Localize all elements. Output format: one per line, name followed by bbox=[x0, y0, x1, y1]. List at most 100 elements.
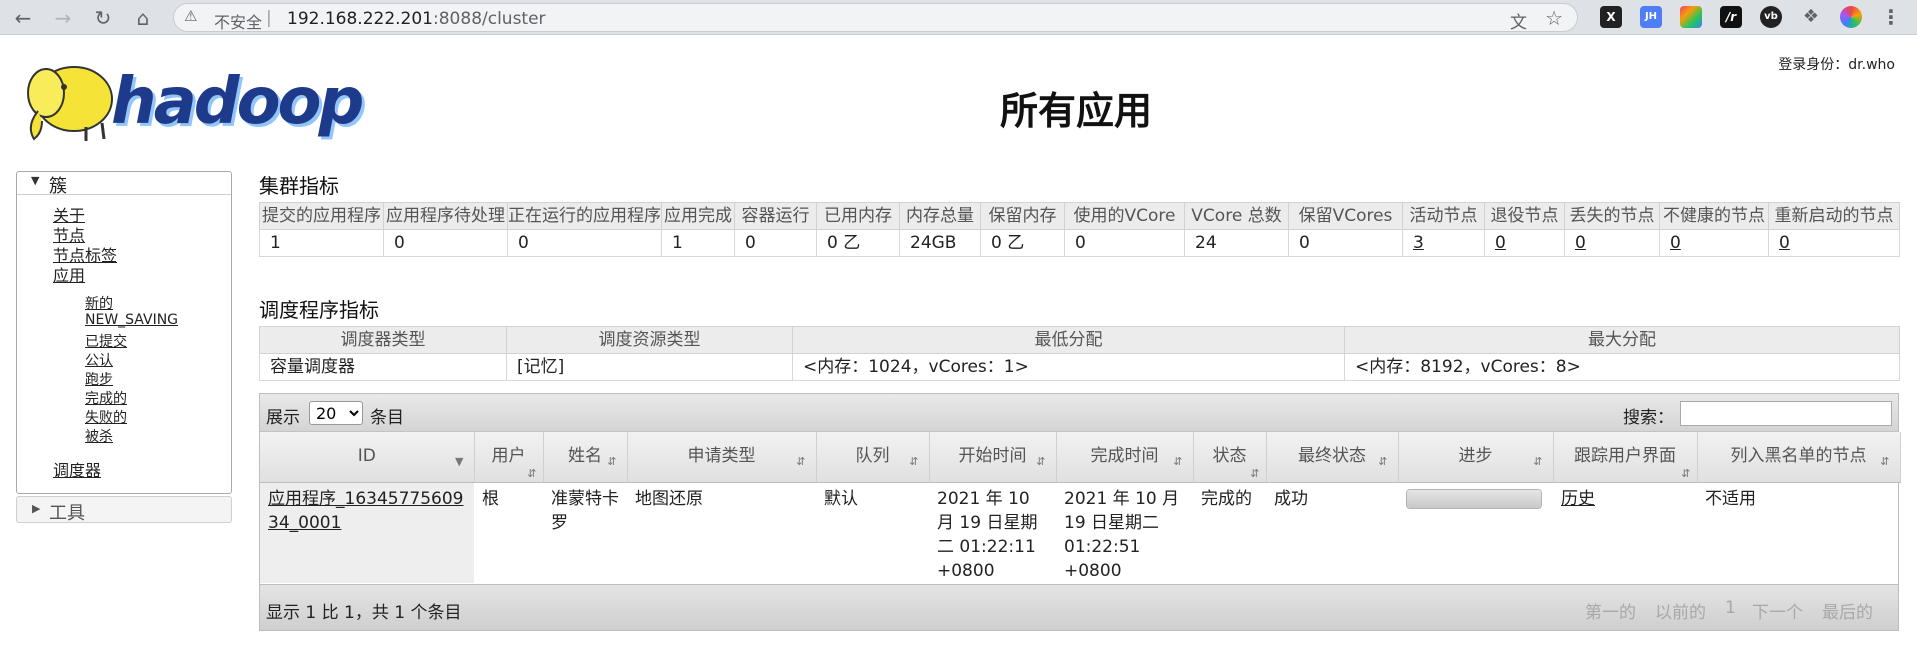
page-size-select[interactable]: 20 bbox=[309, 401, 363, 425]
jh-extension-icon[interactable]: JH bbox=[1640, 6, 1662, 28]
column-header-type[interactable]: 申请类型 ⇵ bbox=[627, 432, 817, 483]
column-header-state[interactable]: 状态 ⇵ bbox=[1193, 432, 1267, 483]
sidebar-tools[interactable]: ▶ 工具 bbox=[16, 496, 232, 524]
search-label: 搜索： bbox=[1623, 408, 1674, 428]
sidebar-app-state-running[interactable]: 跑步 bbox=[85, 369, 113, 389]
back-arrow-icon[interactable]: ← bbox=[10, 5, 36, 31]
column-header: 应用程序待处理 bbox=[383, 202, 508, 230]
applications-table: ID ▼ 用户 ⇵ 姓名 ⇵ 申请类型 ⇵ 队列 ⇵ 开始时间 ⇵ 完成时间 ⇵ 状态 ⇵ 最终… bbox=[260, 432, 1901, 583]
column-header-progress[interactable]: 进步 ⇵ bbox=[1398, 432, 1554, 483]
sidebar-cluster: ▼ 簇 关于 节点 节点标签 应用 新的 NEW_SAVING 已提交 公认 跑… bbox=[16, 171, 232, 494]
apps-footer: 显示 1 比 1，共 1 个条目 第一的 以前的 1 下一个 最后的 bbox=[260, 584, 1898, 630]
column-header: 最大分配 bbox=[1344, 326, 1900, 354]
sidebar-app-state-failed[interactable]: 失败的 bbox=[85, 407, 127, 427]
pager-next[interactable]: 下一个 bbox=[1752, 598, 1803, 623]
column-header-user[interactable]: 用户 ⇵ bbox=[474, 432, 544, 483]
column-header-blacklisted-nodes[interactable]: 列入黑名单的节点 ⇵ bbox=[1697, 432, 1901, 483]
unhealthy-nodes-link-cell: 0 bbox=[1659, 229, 1769, 257]
column-header-start-time[interactable]: 开始时间 ⇵ bbox=[929, 432, 1057, 483]
browser-toolbar: ← → ↻ ⌂ ⚠ 不安全 | 192.168.222.201:8088/clu… bbox=[0, 0, 1917, 35]
sidebar-app-state-submitted[interactable]: 已提交 bbox=[85, 331, 127, 351]
pager-previous[interactable]: 以前的 bbox=[1655, 598, 1706, 623]
scheduler-header-row: 调度器类型 调度资源类型 最低分配 最大分配 bbox=[259, 326, 1900, 354]
column-header-queue[interactable]: 队列 ⇵ bbox=[816, 432, 930, 483]
column-header-id[interactable]: ID ▼ bbox=[260, 432, 475, 483]
column-header: 最低分配 bbox=[792, 326, 1345, 354]
puzzle-extension-icon[interactable]: ❖ bbox=[1800, 6, 1822, 28]
metric-value: 24 bbox=[1184, 229, 1289, 257]
sidebar-app-state-new[interactable]: 新的 bbox=[85, 293, 113, 313]
pager-last[interactable]: 最后的 bbox=[1822, 598, 1873, 623]
url-text[interactable]: 192.168.222.201:8088/cluster bbox=[287, 9, 546, 29]
reload-icon[interactable]: ↻ bbox=[90, 5, 116, 31]
login-identity: 登录身份：dr.who bbox=[1778, 57, 1895, 73]
applications-panel: 展示 20 条目 搜索： ID ▼ 用户 ⇵ 姓名 ⇵ 申请类型 ⇵ 队列 ⇵ 开始时间 ⇵… bbox=[259, 393, 1901, 631]
bookmark-star-icon[interactable]: ☆ bbox=[1545, 6, 1563, 30]
sort-icon: ⇵ bbox=[796, 455, 806, 468]
column-header: 已用内存 bbox=[816, 202, 900, 230]
cluster-metrics-table: 提交的应用程序 应用程序待处理 正在运行的应用程序 应用完成 容器运行 已用内存… bbox=[259, 202, 1900, 257]
metric-value: 1 bbox=[661, 229, 735, 257]
decommissioned-nodes-link-cell: 0 bbox=[1484, 229, 1565, 257]
pager-first[interactable]: 第一的 bbox=[1585, 598, 1636, 623]
decommissioned-nodes-link[interactable]: 0 bbox=[1495, 233, 1506, 253]
r-extension-icon[interactable]: /r bbox=[1720, 6, 1742, 28]
app-user: 根 bbox=[482, 488, 499, 509]
column-header: 内存总量 bbox=[899, 202, 981, 230]
cluster-metrics-title: 集群指标 bbox=[259, 174, 339, 198]
profile-avatar-icon[interactable] bbox=[1840, 6, 1862, 28]
app-type: 地图还原 bbox=[635, 488, 703, 509]
sort-icon: ⇵ bbox=[1681, 467, 1691, 480]
sidebar-app-state-killed[interactable]: 被杀 bbox=[85, 426, 113, 446]
cluster-metrics-value-row: 1 0 0 1 0 0 乙 24GB 0 乙 0 24 0 3 0 0 0 0 bbox=[259, 229, 1900, 257]
column-header: 应用完成 bbox=[661, 202, 735, 230]
sidebar-item-apps[interactable]: 应用 bbox=[53, 262, 85, 286]
column-header-tracking-ui[interactable]: 跟踪用户界面 ⇵ bbox=[1553, 432, 1698, 483]
palette-extension-icon[interactable] bbox=[1680, 6, 1702, 28]
column-header: 提交的应用程序 bbox=[259, 202, 384, 230]
app-state: 完成的 bbox=[1201, 488, 1252, 509]
sidebar-app-state-new-saving[interactable]: NEW_SAVING bbox=[85, 312, 178, 328]
column-header-finish-time[interactable]: 完成时间 ⇵ bbox=[1056, 432, 1194, 483]
forward-arrow-icon[interactable]: → bbox=[50, 5, 76, 31]
column-header: VCore 总数 bbox=[1184, 202, 1289, 230]
column-header: 不健康的节点 bbox=[1659, 202, 1769, 230]
cluster-section-header[interactable]: ▼ 簇 bbox=[17, 172, 231, 197]
pager-page-1[interactable]: 1 bbox=[1725, 598, 1736, 618]
address-bar[interactable]: ⚠ 不安全 | 192.168.222.201:8088/cluster 文 ☆ bbox=[173, 3, 1578, 33]
metric-value: 24GB bbox=[899, 229, 981, 257]
sort-icon: ⇵ bbox=[1378, 455, 1388, 468]
sidebar-app-state-finished[interactable]: 完成的 bbox=[85, 388, 127, 408]
metric-value: 0 bbox=[1288, 229, 1403, 257]
search-input[interactable] bbox=[1680, 401, 1892, 426]
translate-icon[interactable]: 文 bbox=[1510, 8, 1527, 33]
column-header: 调度器类型 bbox=[259, 326, 507, 354]
x-extension-icon[interactable]: X bbox=[1600, 6, 1622, 28]
column-header-name[interactable]: 姓名 ⇵ bbox=[543, 432, 628, 483]
lost-nodes-link[interactable]: 0 bbox=[1575, 233, 1586, 253]
history-link[interactable]: 历史 bbox=[1561, 489, 1595, 509]
active-nodes-link-cell: 3 bbox=[1402, 229, 1485, 257]
app-queue: 默认 bbox=[824, 488, 858, 509]
unhealthy-nodes-link[interactable]: 0 bbox=[1670, 233, 1681, 253]
scheduler-metrics-table: 调度器类型 调度资源类型 最低分配 最大分配 容量调度器 [记忆] <内存：10… bbox=[259, 326, 1900, 381]
rebooted-nodes-link-cell: 0 bbox=[1768, 229, 1900, 257]
home-icon[interactable]: ⌂ bbox=[130, 5, 156, 31]
column-header-final-status[interactable]: 最终状态 ⇵ bbox=[1266, 432, 1399, 483]
sort-icon: ⇵ bbox=[607, 455, 617, 468]
column-header: 保留VCores bbox=[1288, 202, 1403, 230]
column-header: 正在运行的应用程序 bbox=[507, 202, 662, 230]
rebooted-nodes-link[interactable]: 0 bbox=[1779, 233, 1790, 253]
app-id-link[interactable]: 应用程序_1634577560934_0001 bbox=[268, 489, 463, 533]
active-nodes-link[interactable]: 3 bbox=[1413, 233, 1424, 253]
menu-dots-icon[interactable]: ⋮ bbox=[1880, 6, 1902, 28]
column-header: 丢失的节点 bbox=[1564, 202, 1660, 230]
app-finish-time: 2021 年 10 月 19 日星期二 01:22:51 +0800 bbox=[1064, 488, 1180, 581]
sidebar-item-scheduler[interactable]: 调度器 bbox=[53, 457, 101, 481]
column-header: 保留内存 bbox=[980, 202, 1065, 230]
hadoop-wordmark: hadoop bbox=[111, 65, 364, 139]
app-id-cell: 应用程序_1634577560934_0001 bbox=[260, 482, 474, 583]
metric-value: 0 bbox=[383, 229, 508, 257]
vb-extension-icon[interactable]: vb bbox=[1760, 6, 1782, 28]
sidebar-app-state-accepted[interactable]: 公认 bbox=[85, 350, 113, 370]
